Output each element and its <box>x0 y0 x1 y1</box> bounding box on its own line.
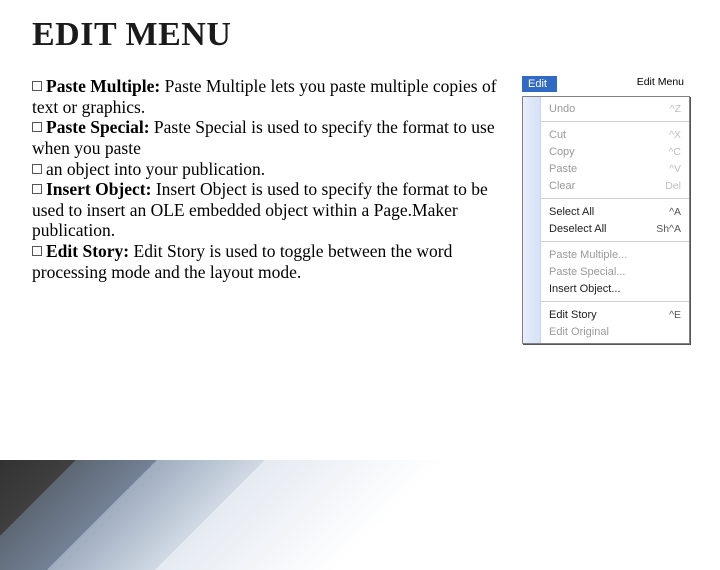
menu-item-copy[interactable]: Copy ^C <box>547 143 683 160</box>
menu-group: Cut ^X Copy ^C Paste ^V Clear Del <box>541 123 689 197</box>
menu-item-label: Clear <box>549 180 575 192</box>
menu-gutter <box>523 97 541 343</box>
menu-group: Edit Story ^E Edit Original <box>541 303 689 343</box>
menu-group: Select All ^A Deselect All Sh^A <box>541 200 689 240</box>
menu-item-shortcut: ^A <box>669 206 681 218</box>
menu-header: Edit Edit Menu <box>522 76 690 94</box>
edit-menu-tab[interactable]: Edit <box>522 76 557 92</box>
menu-item-select-all[interactable]: Select All ^A <box>547 203 683 220</box>
menu-item-label: Copy <box>549 146 575 158</box>
menu-separator <box>541 198 689 199</box>
bullet-bold: Paste Multiple: <box>46 76 160 96</box>
slide: EDIT MENU Paste Multiple: Paste Multiple… <box>0 0 720 540</box>
menu-item-shortcut: ^E <box>669 309 681 321</box>
menu-separator <box>541 301 689 302</box>
menu-item-edit-story[interactable]: Edit Story ^E <box>547 306 683 323</box>
edit-menu-panel: Edit Edit Menu Undo ^Z Cut ^X <box>522 76 690 344</box>
list-item: Edit Story: Edit Story is used to toggle… <box>32 241 510 282</box>
menu-item-clear[interactable]: Clear Del <box>547 177 683 194</box>
menu-item-paste-multiple[interactable]: Paste Multiple... <box>547 246 683 263</box>
checkbox-icon <box>32 246 42 256</box>
menu-item-shortcut: Sh^A <box>656 223 681 235</box>
menu-separator <box>541 241 689 242</box>
bullet-bold: Paste Special: <box>46 117 150 137</box>
checkbox-icon <box>32 122 42 132</box>
list-item: an object into your publication. <box>32 159 510 180</box>
menu-item-shortcut: ^V <box>669 163 681 175</box>
menu-item-label: Deselect All <box>549 223 606 235</box>
decorative-stripe <box>0 460 445 570</box>
menu-separator <box>541 121 689 122</box>
bullet-bold: Insert Object: <box>46 179 151 199</box>
menu-item-deselect-all[interactable]: Deselect All Sh^A <box>547 220 683 237</box>
menu-item-paste[interactable]: Paste ^V <box>547 160 683 177</box>
bullet-bold: Edit Story: <box>46 241 129 261</box>
menu-item-label: Edit Story <box>549 309 597 321</box>
menu-item-shortcut: ^X <box>669 129 681 141</box>
list-item: Paste Multiple: Paste Multiple lets you … <box>32 76 510 117</box>
edit-menu-dropdown: Undo ^Z Cut ^X Copy ^C Paste <box>522 96 690 344</box>
menu-item-cut[interactable]: Cut ^X <box>547 126 683 143</box>
menu-item-label: Cut <box>549 129 566 141</box>
checkbox-icon <box>32 81 42 91</box>
menu-item-shortcut: ^Z <box>670 103 681 115</box>
checkbox-icon <box>32 164 42 174</box>
menu-item-label: Paste Special... <box>549 266 625 278</box>
menu-caption: Edit Menu <box>637 76 690 88</box>
bullet-text: an object into your publication. <box>46 159 265 179</box>
menu-group: Paste Multiple... Paste Special... Inser… <box>541 243 689 300</box>
menu-group: Undo ^Z <box>541 97 689 120</box>
menu-item-label: Select All <box>549 206 594 218</box>
menu-item-label: Paste Multiple... <box>549 249 627 261</box>
list-item: Insert Object: Insert Object is used to … <box>32 179 510 241</box>
menu-item-undo[interactable]: Undo ^Z <box>547 100 683 117</box>
content-area: Paste Multiple: Paste Multiple lets you … <box>32 76 690 344</box>
menu-item-label: Insert Object... <box>549 283 621 295</box>
menu-item-paste-special[interactable]: Paste Special... <box>547 263 683 280</box>
menu-item-label: Paste <box>549 163 577 175</box>
menu-item-label: Undo <box>549 103 575 115</box>
menu-item-insert-object[interactable]: Insert Object... <box>547 280 683 297</box>
menu-item-edit-original[interactable]: Edit Original <box>547 323 683 340</box>
bullet-list: Paste Multiple: Paste Multiple lets you … <box>32 76 514 282</box>
menu-item-shortcut: ^C <box>668 146 681 158</box>
menu-item-shortcut: Del <box>665 180 681 192</box>
page-title: EDIT MENU <box>32 16 690 54</box>
list-item: Paste Special: Paste Special is used to … <box>32 117 510 158</box>
menu-item-label: Edit Original <box>549 326 609 338</box>
checkbox-icon <box>32 184 42 194</box>
